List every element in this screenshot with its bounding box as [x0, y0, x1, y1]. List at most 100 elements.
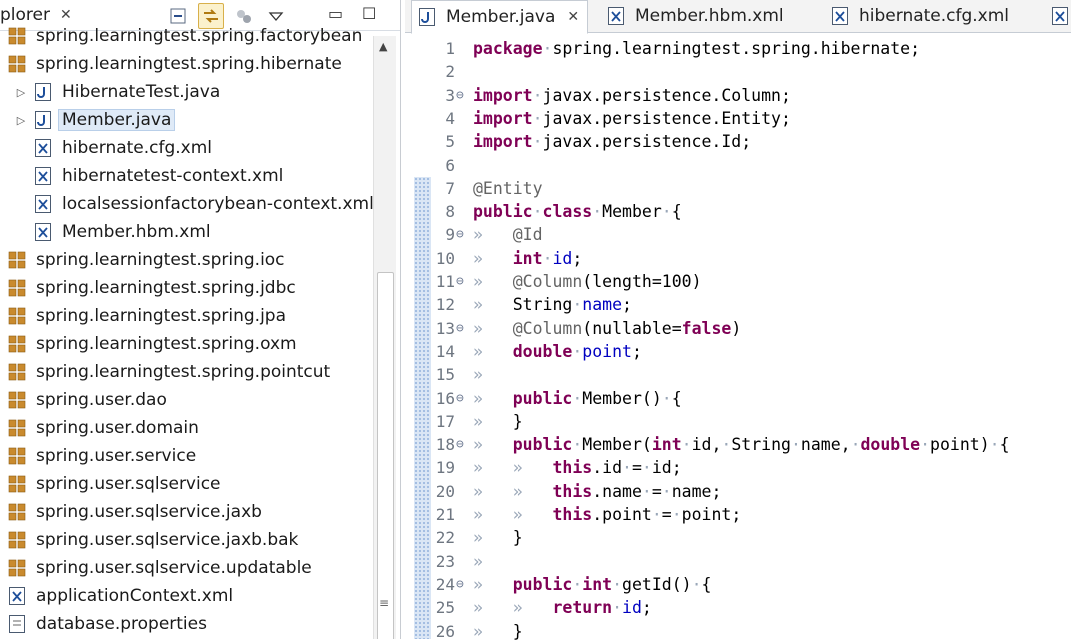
- package-icon: [6, 277, 28, 299]
- tree-item[interactable]: Member.hbm.xml: [14, 218, 211, 246]
- code-line[interactable]: 6: [405, 154, 1071, 177]
- code-token: ·: [532, 85, 543, 105]
- editor-tab[interactable]: Member.hbm.xml: [601, 0, 784, 32]
- code-token: point: [582, 341, 632, 361]
- code-token: ·: [572, 435, 583, 455]
- fold-toggle-icon[interactable]: ⊖: [456, 573, 464, 596]
- tree-item[interactable]: spring.user.service: [6, 442, 196, 470]
- editor-tab[interactable]: Member.java ✕: [411, 0, 589, 34]
- editor-tab-overflow[interactable]: [1045, 0, 1071, 32]
- code-token: public: [512, 388, 573, 408]
- code-line[interactable]: 22 » }: [405, 526, 1071, 549]
- tree-item-label: spring.learningtest.spring.ioc: [36, 250, 285, 270]
- code-token: ·: [612, 574, 623, 594]
- tree-item[interactable]: spring.learningtest.spring.factorybean: [6, 22, 362, 50]
- code-line[interactable]: 5 import·javax.persistence.Id;: [405, 130, 1071, 153]
- editor-tab[interactable]: hibernate.cfg.xml: [825, 0, 1009, 32]
- scroll-thumb[interactable]: [377, 272, 394, 639]
- code-line[interactable]: 14 » double·point;: [405, 340, 1071, 363]
- code-line[interactable]: 8 public·class·Member·{: [405, 200, 1071, 223]
- tree-item-label: Member.hbm.xml: [62, 222, 211, 242]
- code-token: ·: [641, 458, 652, 478]
- tree-item[interactable]: spring.learningtest.spring.jdbc: [6, 274, 296, 302]
- explorer-scrollbar[interactable]: ▲ ≡: [373, 36, 396, 639]
- code-token: javax.persistence.Column;: [542, 85, 791, 105]
- code-line[interactable]: 2: [405, 60, 1071, 83]
- code-line[interactable]: 25 » » return·id;: [405, 596, 1071, 619]
- code-line[interactable]: 9 ⊖ » @Id: [405, 223, 1071, 246]
- tree-item[interactable]: hibernatetest-context.xml: [14, 162, 283, 190]
- line-number: 14: [435, 341, 455, 361]
- code-line[interactable]: 18 ⊖» public·Member(int·id,·String·name,·…: [405, 433, 1071, 456]
- tree-item-label: spring.user.domain: [36, 418, 199, 438]
- code-token: »: [473, 528, 513, 548]
- code-token: »: [473, 248, 513, 268]
- code-line[interactable]: 3 ⊖ import·javax.persistence.Column;: [405, 84, 1071, 107]
- tree-item[interactable]: localsessionfactorybean-context.xml: [14, 190, 374, 218]
- code-token: id: [622, 598, 642, 618]
- line-number: 25: [435, 598, 455, 618]
- code-token: getId(): [622, 574, 692, 594]
- line-number: 16: [435, 388, 455, 408]
- code-token: ·: [681, 435, 692, 455]
- fold-toggle-icon[interactable]: ⊖: [456, 433, 464, 456]
- code-line[interactable]: 24 ⊖» public·int·getId()·{: [405, 573, 1071, 596]
- code-token: {: [671, 388, 682, 408]
- code-line[interactable]: 15 »: [405, 363, 1071, 386]
- tree-item[interactable]: spring.learningtest.spring.hibernate: [6, 50, 342, 78]
- tree-item[interactable]: hibernate.cfg.xml: [14, 134, 212, 162]
- tree-item[interactable]: spring.learningtest.spring.pointcut: [6, 358, 330, 386]
- tree-item[interactable]: spring.learningtest.spring.oxm: [6, 330, 297, 358]
- code-line[interactable]: 23 »: [405, 550, 1071, 573]
- scroll-up-icon[interactable]: ▲: [379, 40, 387, 53]
- expand-arrow-icon[interactable]: ▷: [14, 86, 28, 99]
- maximize-icon[interactable]: ☐: [362, 4, 376, 23]
- code-line[interactable]: 7 @Entity: [405, 177, 1071, 200]
- close-icon[interactable]: ✕: [60, 7, 72, 23]
- tree-item[interactable]: spring.user.sqlservice.jaxb: [6, 498, 262, 526]
- code-token: javax.persistence.Id;: [542, 132, 752, 152]
- tree-item[interactable]: spring.learningtest.spring.ioc: [6, 246, 285, 274]
- minimize-icon[interactable]: ▭: [328, 4, 343, 23]
- code-line[interactable]: 21» » this.point·=·point;: [405, 503, 1071, 526]
- line-number: 24: [435, 574, 455, 594]
- code-token: »: [473, 272, 513, 291]
- code-line[interactable]: 4 import·javax.persistence.Entity;: [405, 107, 1071, 130]
- fold-toggle-icon[interactable]: ⊖: [456, 317, 464, 340]
- code-line[interactable]: 19» » this.id·=·id;: [405, 456, 1071, 479]
- fold-toggle-icon[interactable]: ⊖: [456, 223, 464, 246]
- code-token: double: [860, 435, 921, 455]
- expand-arrow-icon[interactable]: ▷: [14, 114, 28, 127]
- code-token: int: [512, 248, 543, 268]
- code-line[interactable]: 16 ⊖» public·Member()·{: [405, 387, 1071, 410]
- tree-item[interactable]: ▷ HibernateTest.java: [14, 78, 221, 106]
- code-line[interactable]: 26 » }: [405, 620, 1071, 643]
- tree-item[interactable]: spring.user.sqlservice.jaxb.bak: [6, 526, 298, 554]
- tree-item[interactable]: spring.learningtest.spring.jpa: [6, 302, 286, 330]
- line-number: 7: [445, 178, 455, 198]
- code-token: .name: [592, 481, 642, 501]
- code-text: » » return·id;: [473, 596, 652, 619]
- fold-toggle-icon[interactable]: ⊖: [456, 387, 464, 410]
- close-icon[interactable]: ✕: [567, 9, 579, 25]
- code-line[interactable]: 20» » this.name·=·name;: [405, 480, 1071, 503]
- code-line[interactable]: 1 package·spring.learningtest.spring.hibe…: [405, 37, 1071, 60]
- tree-item[interactable]: ▷ Member.java: [14, 106, 176, 134]
- code-token: ;: [622, 295, 632, 315]
- code-line[interactable]: 13 ⊖ » @Column(nullable=false): [405, 317, 1071, 340]
- tree-item-label: Member.java: [58, 109, 176, 131]
- fold-toggle-icon[interactable]: ⊖: [456, 84, 464, 107]
- code-line[interactable]: 10 » int·id;: [405, 247, 1071, 270]
- code-line[interactable]: 12 » String·name;: [405, 293, 1071, 316]
- tree-item[interactable]: spring.user.domain: [6, 414, 199, 442]
- code-line[interactable]: 17 » }: [405, 410, 1071, 433]
- code-token: false: [681, 318, 732, 338]
- code-line[interactable]: 11 ⊖ » @Column(length=100): [405, 270, 1071, 293]
- fold-toggle-icon[interactable]: ⊖: [456, 270, 464, 293]
- tree-item[interactable]: spring.user.sqlservice.updatable: [6, 554, 312, 582]
- tree-item[interactable]: spring.user.sqlservice: [6, 470, 221, 498]
- tree-item[interactable]: applicationContext.xml: [6, 582, 233, 610]
- tree-item[interactable]: database.properties: [6, 610, 207, 638]
- code-token: »: [473, 295, 513, 315]
- tree-item[interactable]: spring.user.dao: [6, 386, 167, 414]
